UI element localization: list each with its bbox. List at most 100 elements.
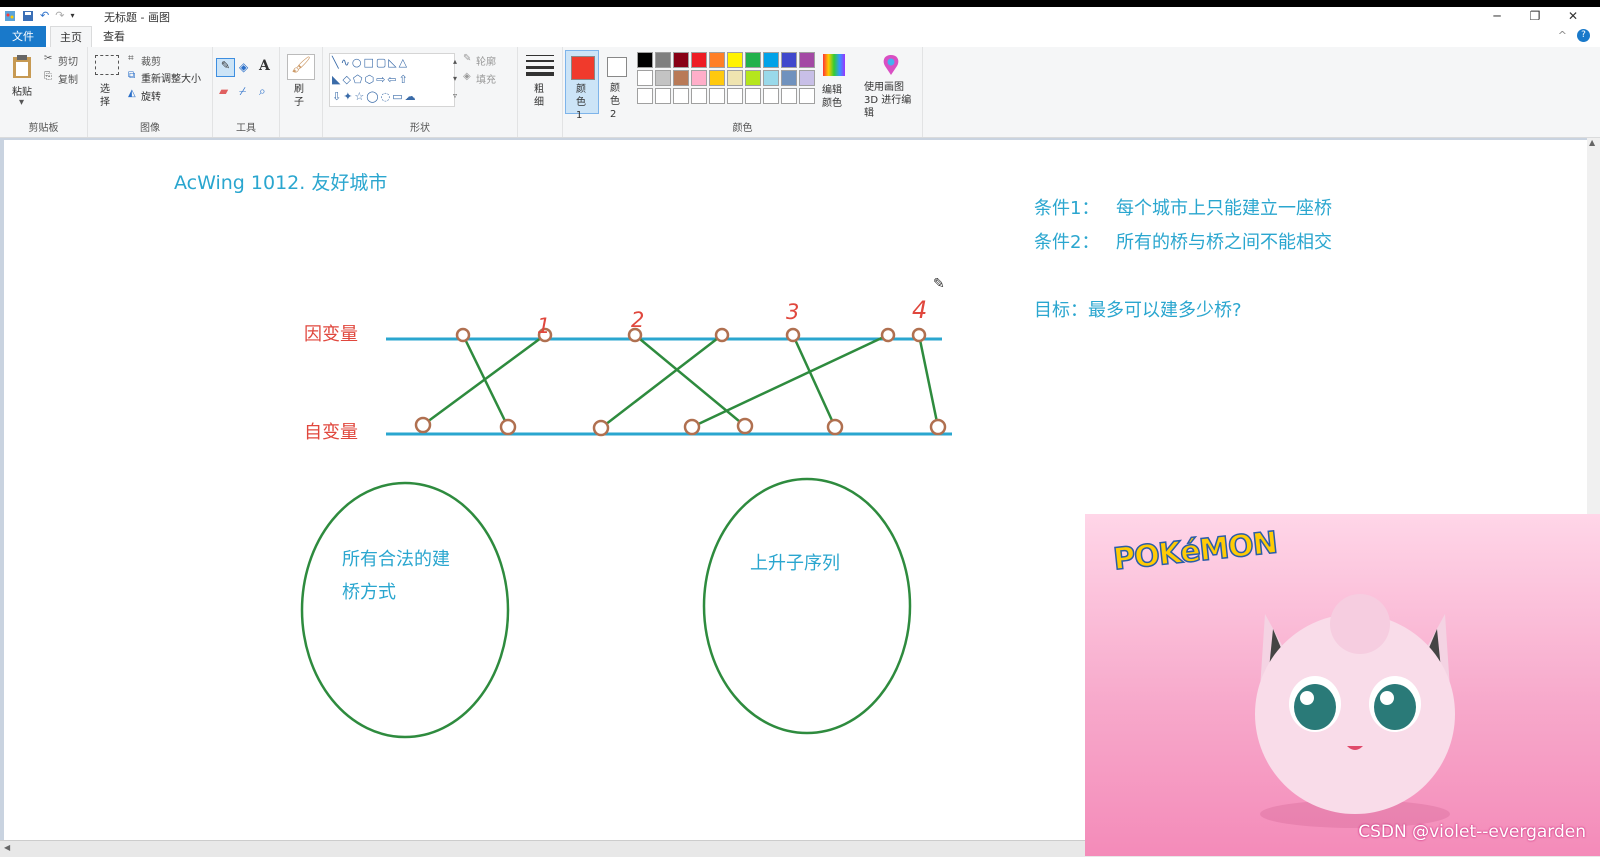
color-swatch[interactable]: [745, 88, 761, 104]
color-swatch[interactable]: [655, 52, 671, 68]
color-swatch[interactable]: [763, 70, 779, 86]
brushes-button[interactable]: 刷子: [294, 83, 306, 109]
color-swatch[interactable]: [673, 70, 689, 86]
ribbon-tabs: 文件 主页 查看 ^ ?: [0, 26, 1600, 48]
color1-button[interactable]: 颜色 1: [565, 50, 599, 121]
brush-icon[interactable]: 🖌: [287, 54, 315, 80]
window-title: 无标题 - 画图: [104, 11, 170, 24]
color-swatch[interactable]: [691, 88, 707, 104]
color-swatch[interactable]: [745, 70, 761, 86]
color-palette: [637, 52, 817, 106]
ellipse-left-text-line1: 所有合法的建: [342, 549, 450, 570]
color-swatch[interactable]: [799, 88, 815, 104]
scroll-left-icon[interactable]: ◀: [4, 843, 10, 852]
color-swatch[interactable]: [637, 70, 653, 86]
color-swatch[interactable]: [637, 88, 653, 104]
paint3d-group[interactable]: 使用画图 3D 进行编辑: [860, 47, 922, 137]
close-button[interactable]: ✕: [1554, 7, 1592, 25]
crop-icon[interactable]: ⌗: [128, 53, 134, 64]
color-swatch[interactable]: [799, 52, 815, 68]
color1-label: 颜色 1: [576, 84, 586, 121]
pokemon-logo: POKéMON: [1111, 525, 1279, 578]
brushes-group[interactable]: 🖌 刷子: [280, 47, 323, 137]
edit-colors-icon: [823, 54, 845, 76]
city-node: [929, 418, 947, 436]
color-swatch[interactable]: [709, 52, 725, 68]
line-size-icon[interactable]: [526, 54, 554, 76]
color-swatch[interactable]: [727, 70, 743, 86]
tab-view[interactable]: 查看: [94, 26, 134, 47]
paste-dropdown-icon[interactable]: ▾: [19, 97, 24, 108]
collapse-ribbon-icon[interactable]: ^: [1558, 29, 1567, 42]
shapes-group-label: 形状: [410, 123, 430, 134]
customize-dropdown-icon[interactable]: ▾: [70, 11, 74, 20]
color-swatch[interactable]: [691, 70, 707, 86]
edit-colors-button[interactable]: 编辑颜色: [819, 50, 849, 112]
fill-bucket-icon[interactable]: ◈: [239, 60, 248, 74]
paint3d-icon: [883, 55, 899, 75]
copy-button[interactable]: 复制: [58, 71, 78, 86]
color-swatch[interactable]: [781, 52, 797, 68]
rotate-button[interactable]: 旋转: [141, 88, 161, 103]
outline-icon[interactable]: ✎: [463, 53, 471, 64]
shapes-scroll-icon[interactable]: ▴ ▾ ▿: [453, 53, 457, 104]
tab-file[interactable]: 文件: [0, 26, 46, 47]
size-button[interactable]: 粗细: [534, 83, 546, 109]
clipboard-group: 粘贴 ▾ ✂ 剪切 ⎘ 复制 剪贴板: [0, 47, 88, 137]
color-swatch[interactable]: [673, 88, 689, 104]
color-swatch[interactable]: [763, 88, 779, 104]
crop-button[interactable]: 裁剪: [141, 53, 161, 68]
color2-label: 颜色 2: [610, 83, 620, 120]
cut-button[interactable]: 剪切: [58, 53, 78, 68]
color-swatch[interactable]: [655, 88, 671, 104]
restore-button[interactable]: ❐: [1516, 7, 1554, 25]
fill-button[interactable]: 填充: [476, 71, 496, 86]
pencil-tool-icon[interactable]: ✎: [216, 58, 235, 77]
scroll-up-icon[interactable]: ▲: [1589, 138, 1595, 147]
color-swatch[interactable]: [763, 52, 779, 68]
fill-icon[interactable]: ◈: [463, 71, 471, 82]
paint3d-button[interactable]: 使用画图 3D 进行编辑: [864, 81, 920, 120]
color-swatch[interactable]: [781, 88, 797, 104]
size-group[interactable]: 粗细: [518, 47, 563, 137]
select-icon[interactable]: [95, 55, 119, 75]
color-picker-icon[interactable]: ⌿: [239, 84, 246, 99]
paint-app-icon: [5, 10, 15, 21]
rotate-icon[interactable]: ◭: [128, 88, 136, 99]
resize-button[interactable]: 重新调整大小: [141, 70, 201, 85]
color2-button[interactable]: 颜色 2: [600, 50, 632, 120]
color-swatch[interactable]: [745, 52, 761, 68]
color-swatch[interactable]: [799, 70, 815, 86]
paste-icon[interactable]: [11, 53, 33, 79]
tab-home[interactable]: 主页: [50, 26, 92, 48]
shapes-group: ╲∿○□▢◺△ ◣◇⬠⬡⇨⇦⇧ ⇩✦☆◯◌▭☁ ▴ ▾ ▿ ✎ 轮廓 ◈ 填充 形状: [323, 47, 518, 137]
bridge-line: [634, 334, 746, 427]
eraser-icon[interactable]: ▰: [219, 84, 228, 98]
color-swatch[interactable]: [709, 88, 725, 104]
left-ellipse: [300, 481, 510, 739]
magnifier-icon[interactable]: ⌕: [259, 84, 266, 99]
resize-icon[interactable]: ⧉: [128, 70, 135, 81]
undo-icon[interactable]: ↶: [40, 9, 49, 22]
minimize-button[interactable]: ─: [1478, 7, 1516, 25]
color-swatch[interactable]: [655, 70, 671, 86]
color-swatch[interactable]: [709, 70, 725, 86]
color-swatch[interactable]: [673, 52, 689, 68]
text-tool-icon[interactable]: A: [259, 58, 270, 74]
city-node: [785, 327, 801, 343]
ellipse-right-text: 上升子序列: [750, 553, 840, 574]
save-icon[interactable]: [22, 10, 34, 22]
redo-icon[interactable]: ↷: [55, 9, 64, 22]
color-swatch[interactable]: [637, 52, 653, 68]
cut-icon[interactable]: ✂: [44, 53, 52, 64]
paste-button[interactable]: 粘贴: [12, 83, 32, 98]
color-swatch[interactable]: [727, 52, 743, 68]
color-swatch[interactable]: [691, 52, 707, 68]
outline-button[interactable]: 轮廓: [476, 53, 496, 68]
copy-icon[interactable]: ⎘: [44, 71, 52, 82]
help-icon[interactable]: ?: [1577, 29, 1590, 42]
shapes-gallery[interactable]: ╲∿○□▢◺△ ◣◇⬠⬡⇨⇦⇧ ⇩✦☆◯◌▭☁: [329, 53, 455, 107]
color-swatch[interactable]: [727, 88, 743, 104]
select-button[interactable]: 选择: [100, 83, 112, 109]
color-swatch[interactable]: [781, 70, 797, 86]
